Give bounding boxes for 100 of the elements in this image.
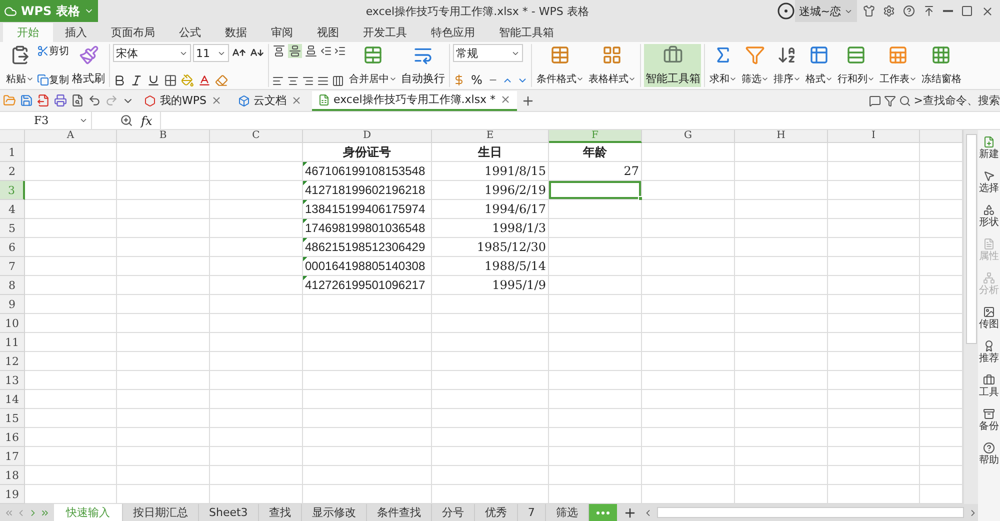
side-panel-item[interactable]: 新建 <box>978 136 1000 161</box>
row-header[interactable]: 2 <box>0 162 25 181</box>
side-panel-item[interactable]: 推荐 <box>978 340 1000 365</box>
row-header[interactable]: 9 <box>0 295 25 314</box>
font-size-select[interactable]: 11 <box>193 44 229 62</box>
row-header[interactable]: 11 <box>0 333 25 352</box>
document-tab[interactable]: excel操作技巧专用工作簿.xlsx * <box>312 90 517 110</box>
command-button[interactable]: 冻结窗格 <box>920 44 962 87</box>
cube-icon <box>238 94 250 106</box>
command-button[interactable]: 行和列 <box>836 44 876 87</box>
sheet-tab[interactable]: 快速输入 <box>54 504 123 521</box>
column-header[interactable]: G <box>642 130 735 143</box>
row-header[interactable]: 6 <box>0 238 25 257</box>
format-painter-button[interactable]: 格式刷 <box>71 44 106 87</box>
command-button[interactable]: 筛选 <box>740 44 770 87</box>
side-panel-item[interactable]: 传图 <box>978 306 1000 331</box>
menu-tab[interactable]: 开发工具 <box>351 23 419 42</box>
app-menu-button[interactable]: WPS 表格 <box>0 0 98 22</box>
align-button[interactable] <box>288 44 302 58</box>
side-panel-item[interactable]: 选择 <box>978 170 1000 195</box>
row-header[interactable]: 18 <box>0 466 25 485</box>
caret-icon <box>389 75 397 83</box>
menu-tab[interactable]: 页面布局 <box>99 23 167 42</box>
table-cell <box>920 352 963 371</box>
table-cell: 1998/1/3 <box>432 219 549 238</box>
table-cell: 412718199602196218 <box>303 181 432 200</box>
grid-icon <box>931 45 952 65</box>
table-cell: 1994/6/17 <box>432 200 549 219</box>
row-header[interactable]: 12 <box>0 352 25 371</box>
toolbox-button[interactable]: 智能工具箱 <box>644 44 702 87</box>
align-button[interactable] <box>304 44 318 58</box>
align-left-icon <box>272 75 284 87</box>
menu-tab[interactable]: 特色应用 <box>419 23 487 42</box>
align-bottom-icon <box>305 45 317 57</box>
menu-tab[interactable]: 数据 <box>213 23 259 42</box>
style-button[interactable]: 条件格式 <box>535 44 586 87</box>
close-icon <box>290 95 302 106</box>
paste-button[interactable]: 粘贴 <box>5 44 35 87</box>
upload-icon <box>923 5 935 17</box>
table-cell: 138415199406175974 <box>303 200 432 219</box>
row-header[interactable]: 5 <box>0 219 25 238</box>
function-label[interactable]: fx <box>137 114 160 128</box>
vertical-scrollbar[interactable] <box>963 130 978 504</box>
style-button[interactable]: 表格样式 <box>587 44 638 87</box>
number-format-select[interactable]: 常规 <box>453 44 523 62</box>
row-header[interactable]: 1 <box>0 143 25 162</box>
caret-icon <box>628 75 636 83</box>
align-button[interactable] <box>272 44 286 58</box>
preview-icon <box>71 94 84 107</box>
name-box[interactable]: F3 <box>0 112 92 129</box>
cut-button[interactable]: 剪切 <box>37 44 69 58</box>
eraser-icon <box>215 74 228 87</box>
menu-tab[interactable]: 视图 <box>305 23 351 42</box>
briefcase-icon <box>662 45 683 65</box>
row-header[interactable]: 14 <box>0 390 25 409</box>
row-header[interactable]: 4 <box>0 200 25 219</box>
row-header[interactable]: 7 <box>0 257 25 276</box>
side-panel-item[interactable]: 形状 <box>978 204 1000 229</box>
column-header[interactable]: H <box>735 130 828 143</box>
copy-button[interactable]: 复制 <box>37 73 69 87</box>
corner-cell[interactable] <box>0 130 25 143</box>
row-header[interactable]: 13 <box>0 371 25 390</box>
merge-center-button[interactable]: 合并居中 <box>348 44 398 87</box>
side-panel-item[interactable]: 帮助 <box>978 442 1000 467</box>
side-panel-item[interactable]: 工具 <box>978 374 1000 399</box>
table-cell <box>920 181 963 200</box>
active-cell[interactable] <box>549 181 642 200</box>
user-menu[interactable]: 迷城~恋 <box>794 0 857 22</box>
row-header[interactable]: 10 <box>0 314 25 333</box>
font-select[interactable]: 宋体 <box>113 44 191 62</box>
wrap-text-button[interactable]: 自动换行 <box>400 44 446 87</box>
column-header[interactable]: D <box>303 130 432 143</box>
column-header[interactable]: C <box>210 130 303 143</box>
row-header[interactable]: 16 <box>0 428 25 447</box>
menu-tab[interactable]: 审阅 <box>259 23 305 42</box>
redo-icon <box>105 94 118 107</box>
column-header[interactable]: E <box>432 130 549 143</box>
command-button[interactable]: 求和 <box>708 44 738 87</box>
command-button[interactable]: 格式 <box>804 44 834 87</box>
row-header[interactable]: 17 <box>0 447 25 466</box>
document-tab[interactable]: 云文档 <box>232 90 308 110</box>
horizontal-scrollbar[interactable] <box>656 507 964 518</box>
percent-button[interactable]: % <box>469 73 484 87</box>
row-header[interactable]: 8 <box>0 276 25 295</box>
menu-tab[interactable]: 智能工具箱 <box>487 23 566 42</box>
command-button[interactable]: 工作表 <box>878 44 918 87</box>
menu-tab[interactable]: 公式 <box>167 23 213 42</box>
align-right-icon <box>302 75 314 87</box>
command-button[interactable]: 排序 <box>772 44 802 87</box>
row-header[interactable]: 15 <box>0 409 25 428</box>
side-panel-item[interactable]: 备份 <box>978 408 1000 433</box>
more-sheets-button[interactable] <box>588 504 617 521</box>
document-tab[interactable]: 我的WPS <box>138 90 228 110</box>
column-header[interactable]: A <box>25 130 117 143</box>
column-header[interactable]: B <box>117 130 210 143</box>
menu-tab[interactable]: 插入 <box>53 23 99 42</box>
command-search-field[interactable]: >查找命令、搜索 <box>914 93 1000 108</box>
column-header[interactable]: I <box>828 130 920 143</box>
close-icon <box>981 4 994 18</box>
row-header[interactable]: 19 <box>0 485 25 504</box>
